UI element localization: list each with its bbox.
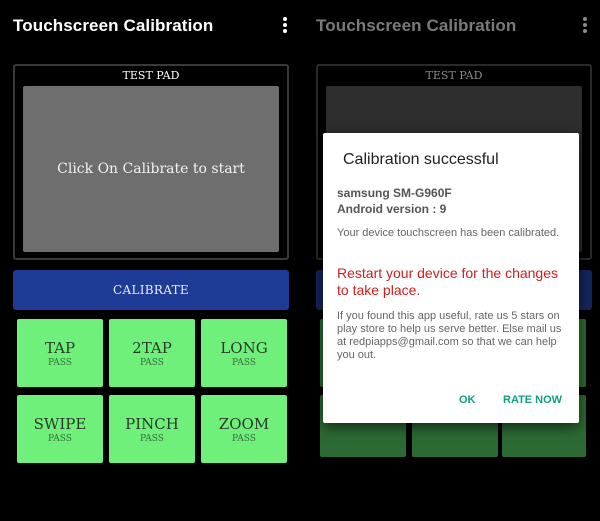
tile-pinch[interactable]: PINCH PASS	[109, 395, 195, 463]
tile-label: TAP	[44, 339, 76, 357]
test-pad: TEST PAD Click On Calibrate to start	[13, 64, 289, 260]
tile-label: 2TAP	[132, 339, 172, 357]
rate-now-button[interactable]: RATE NOW	[503, 394, 562, 406]
device-model: samsung SM-G960F	[337, 186, 452, 200]
tile-status: PASS	[140, 358, 164, 368]
tile-label: ZOOM	[218, 415, 270, 433]
tile-label: PINCH	[125, 415, 179, 433]
main-screen: Touchscreen Calibration TEST PAD Click O…	[0, 0, 300, 521]
test-pad-title-dimmed: TEST PAD	[425, 69, 483, 82]
tile-tap[interactable]: TAP PASS	[17, 319, 103, 387]
tile-zoom[interactable]: ZOOM PASS	[201, 395, 287, 463]
ok-button[interactable]: OK	[459, 394, 476, 406]
app-title: Touchscreen Calibration	[13, 16, 214, 35]
tile-status: PASS	[140, 434, 164, 444]
dialog-screen: Touchscreen Calibration TEST PAD Calibra…	[303, 0, 600, 521]
tile-label: LONG	[220, 339, 268, 357]
tile-label: SWIPE	[33, 415, 87, 433]
test-pad-title: TEST PAD	[122, 69, 180, 82]
dialog-title: Calibration successful	[343, 151, 499, 168]
rate-promo-text: If you found this app useful, rate us 5 …	[337, 310, 562, 361]
app-bar: Touchscreen Calibration	[0, 0, 300, 56]
restart-warning: Restart your device for the changes to t…	[337, 265, 559, 298]
tile-swipe[interactable]: SWIPE PASS	[17, 395, 103, 463]
tile-long[interactable]: LONG PASS	[201, 319, 287, 387]
test-pad-area[interactable]: Click On Calibrate to start	[23, 86, 279, 252]
test-pad-prompt: Click On Calibrate to start	[57, 161, 245, 177]
tile-status: PASS	[232, 434, 256, 444]
tile-2tap[interactable]: 2TAP PASS	[109, 319, 195, 387]
tile-status: PASS	[48, 358, 72, 368]
overflow-menu-icon-dimmed	[582, 17, 588, 35]
tile-status: PASS	[48, 434, 72, 444]
app-bar-dimmed: Touchscreen Calibration	[303, 0, 600, 56]
calibrate-button[interactable]: CALIBRATE	[13, 270, 289, 310]
overflow-menu-icon[interactable]	[282, 17, 288, 35]
calibration-dialog: Calibration successful samsung SM-G960F …	[323, 133, 579, 423]
dialog-message: Your device touchscreen has been calibra…	[337, 227, 560, 239]
app-title-dimmed: Touchscreen Calibration	[316, 16, 517, 35]
tile-status: PASS	[232, 358, 256, 368]
android-version: Android version : 9	[337, 202, 447, 216]
